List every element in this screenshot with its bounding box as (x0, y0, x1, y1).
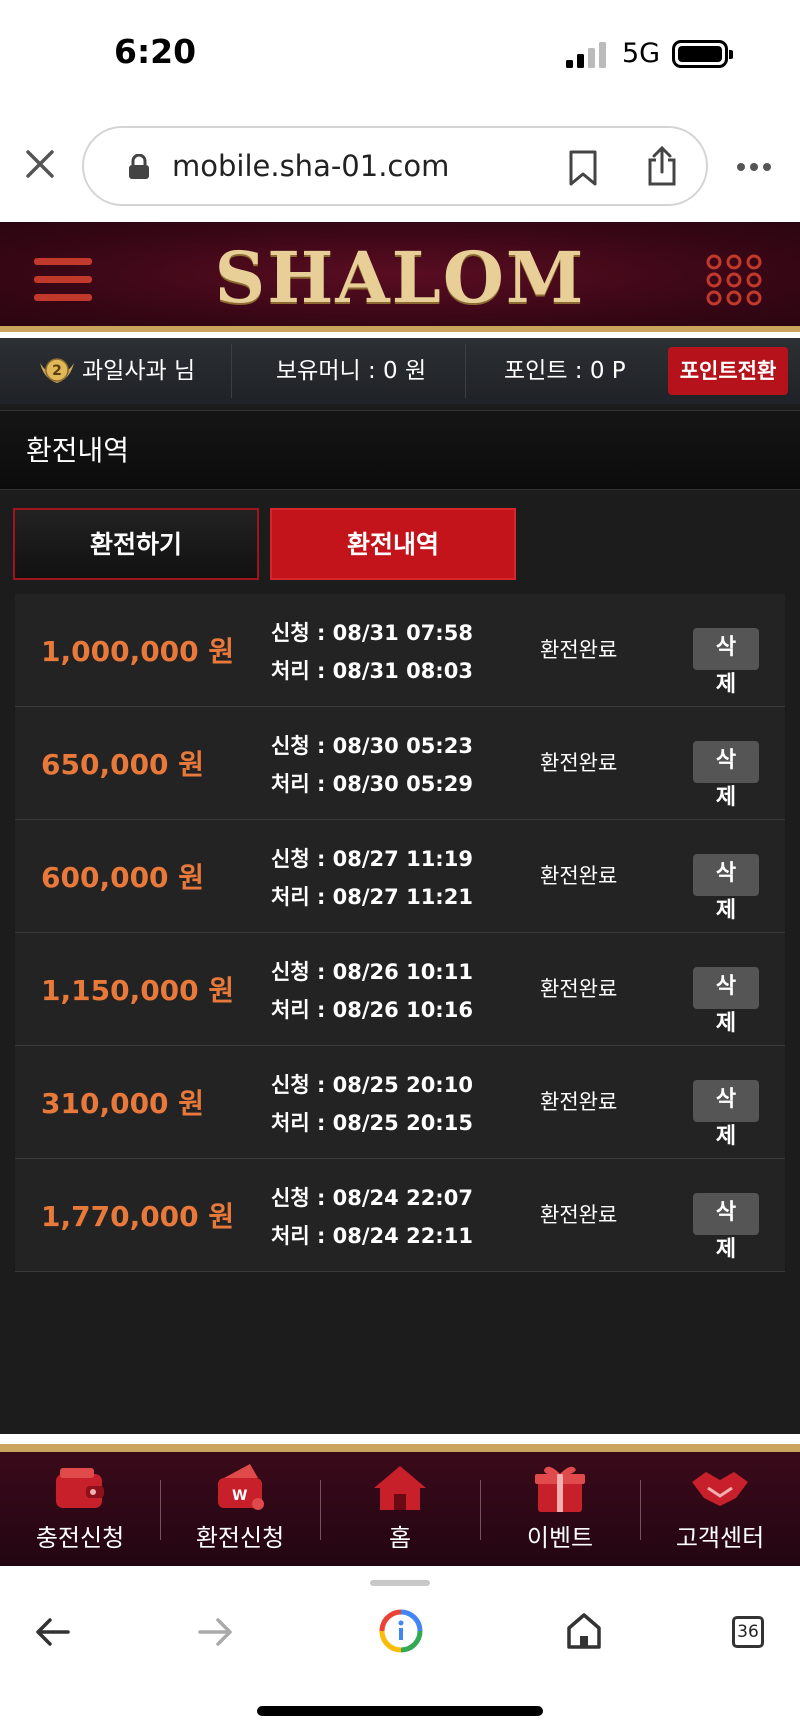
level-badge-icon: 2 (40, 358, 74, 383)
nav-withdraw[interactable]: W 환전신청 (160, 1452, 320, 1566)
address-bar[interactable]: mobile.sha-01.com (82, 126, 708, 206)
amount: 1,150,000 원 (41, 974, 235, 1007)
points: 포인트 : 0 P (504, 358, 626, 384)
status-text: 환전완료 (540, 977, 618, 1001)
withdraw-wallet-icon: W (218, 1464, 264, 1510)
processed-time: 처리 : 08/24 22:11 (271, 1224, 473, 1248)
delete-button[interactable]: 삭제 (693, 741, 759, 810)
table-row: 650,000 원 신청 : 08/30 05:23 처리 : 08/30 05… (15, 707, 785, 820)
amount: 650,000 원 (41, 748, 205, 781)
battery-icon (672, 40, 733, 68)
dates: 신청 : 08/26 10:11 처리 : 08/26 10:16 (271, 953, 473, 1029)
requested-time: 신청 : 08/24 22:07 (271, 1186, 473, 1210)
processed-time: 처리 : 08/26 10:16 (271, 998, 473, 1022)
home-indicator (257, 1706, 543, 1716)
processed-time: 처리 : 08/30 05:29 (271, 772, 473, 796)
status-text: 환전완료 (540, 638, 618, 662)
more-options-icon[interactable] (736, 162, 772, 172)
processed-time: 처리 : 08/31 08:03 (271, 659, 473, 683)
status-bar: 6:20 5G (0, 0, 800, 110)
amount: 310,000 원 (41, 1087, 205, 1120)
back-arrow-icon[interactable] (34, 1616, 70, 1648)
grid-menu-icon[interactable] (706, 254, 762, 306)
user-name: 과일사과 님 (82, 358, 196, 384)
bookmark-icon[interactable] (568, 150, 598, 186)
share-icon[interactable] (646, 146, 678, 186)
requested-time: 신청 : 08/26 10:11 (271, 960, 473, 984)
table-row: 1,000,000 원 신청 : 08/31 07:58 처리 : 08/31 … (15, 594, 785, 707)
point-convert-button[interactable]: 포인트전환 (668, 347, 788, 395)
browser-url-row: mobile.sha-01.com (0, 110, 800, 222)
bottom-nav: 충전신청 W 환전신청 홈 이벤트 고객센터 (0, 1444, 800, 1566)
nav-home[interactable]: 홈 (320, 1452, 480, 1566)
home-page-icon[interactable] (566, 1612, 602, 1650)
clock: 6:20 (114, 32, 197, 71)
withdraw-history-list: 1,000,000 원 신청 : 08/31 07:58 처리 : 08/31 … (15, 594, 785, 1272)
svg-text:2: 2 (52, 363, 62, 379)
dates: 신청 : 08/30 05:23 처리 : 08/30 05:29 (271, 727, 473, 803)
delete-button[interactable]: 삭제 (693, 1080, 759, 1149)
wallet-icon (56, 1468, 104, 1508)
drag-handle[interactable] (370, 1580, 430, 1586)
requested-time: 신청 : 08/31 07:58 (271, 621, 473, 645)
dates: 신청 : 08/24 22:07 처리 : 08/24 22:11 (271, 1179, 473, 1255)
browser-toolbar: 36 (0, 1566, 800, 1734)
lock-icon (129, 154, 149, 179)
table-row: 310,000 원 신청 : 08/25 20:10 처리 : 08/25 20… (15, 1046, 785, 1159)
table-row: 1,150,000 원 신청 : 08/26 10:11 처리 : 08/26 … (15, 933, 785, 1046)
tab-withdraw-history[interactable]: 환전내역 (270, 508, 516, 580)
google-lens-icon[interactable] (378, 1608, 424, 1654)
gift-icon (535, 1466, 585, 1512)
forward-arrow-icon[interactable] (198, 1616, 234, 1648)
status-text: 환전완료 (540, 864, 618, 888)
dates: 신청 : 08/27 11:19 처리 : 08/27 11:21 (271, 840, 473, 916)
signal-icon (566, 42, 606, 68)
amount: 600,000 원 (41, 861, 205, 894)
requested-time: 신청 : 08/27 11:19 (271, 847, 473, 871)
nav-event[interactable]: 이벤트 (480, 1452, 640, 1566)
tab-withdraw-apply[interactable]: 환전하기 (13, 508, 259, 580)
site-header: SHALOM (0, 222, 800, 332)
user-info-bar: 2 과일사과 님 보유머니 : 0 원 포인트 : 0 P 포인트전환 (0, 338, 800, 404)
delete-button[interactable]: 삭제 (693, 1193, 759, 1262)
dates: 신청 : 08/31 07:58 처리 : 08/31 08:03 (271, 614, 473, 690)
nav-support[interactable]: 고객센터 (640, 1452, 800, 1566)
svg-text:W: W (232, 1488, 247, 1504)
network-label: 5G (622, 38, 661, 69)
requested-time: 신청 : 08/25 20:10 (271, 1073, 473, 1097)
requested-time: 신청 : 08/30 05:23 (271, 734, 473, 758)
url-text: mobile.sha-01.com (172, 149, 450, 183)
home-icon (374, 1466, 426, 1510)
status-text: 환전완료 (540, 751, 618, 775)
delete-button[interactable]: 삭제 (693, 628, 759, 697)
table-row: 600,000 원 신청 : 08/27 11:19 처리 : 08/27 11… (15, 820, 785, 933)
amount: 1,000,000 원 (41, 635, 235, 668)
table-row: 1,770,000 원 신청 : 08/24 22:07 처리 : 08/24 … (15, 1159, 785, 1272)
status-text: 환전완료 (540, 1203, 618, 1227)
site-logo[interactable]: SHALOM (0, 236, 800, 319)
dates: 신청 : 08/25 20:10 처리 : 08/25 20:15 (271, 1066, 473, 1142)
status-text: 환전완료 (540, 1090, 618, 1114)
amount: 1,770,000 원 (41, 1200, 235, 1233)
close-icon[interactable] (24, 148, 56, 180)
tab-count-button[interactable]: 36 (732, 1616, 764, 1648)
processed-time: 처리 : 08/27 11:21 (271, 885, 473, 909)
nav-deposit[interactable]: 충전신청 (0, 1452, 160, 1566)
delete-button[interactable]: 삭제 (693, 854, 759, 923)
processed-time: 처리 : 08/25 20:15 (271, 1111, 473, 1135)
main-content: 환전내역 환전하기 환전내역 1,000,000 원 신청 : 08/31 07… (0, 404, 800, 1434)
delete-button[interactable]: 삭제 (693, 967, 759, 1036)
handshake-icon (692, 1472, 748, 1506)
balance: 보유머니 : 0 원 (276, 358, 427, 384)
page-title: 환전내역 (0, 410, 800, 490)
